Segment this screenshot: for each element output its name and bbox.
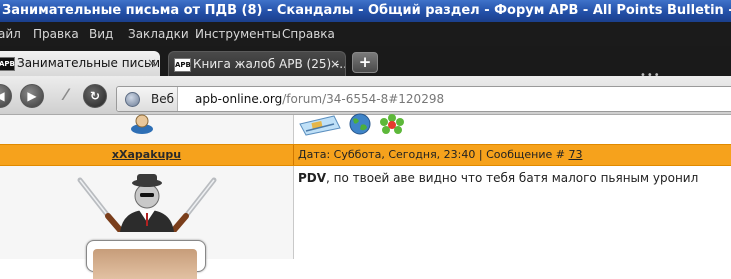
quoted-author: PDV bbox=[298, 171, 327, 185]
menu-help[interactable]: Справка bbox=[282, 22, 335, 46]
post-message: PDV, по твоей аве видно что тебя батя ма… bbox=[298, 170, 698, 186]
url-host: apb-online.org bbox=[195, 92, 283, 106]
tab-close-icon[interactable]: × bbox=[147, 51, 157, 75]
menu-edit[interactable]: Правка bbox=[33, 22, 79, 46]
forward-icon: ▶ bbox=[27, 89, 37, 103]
apb-logo-icon: APB bbox=[174, 58, 191, 72]
tab-close-icon[interactable]: × bbox=[330, 52, 340, 76]
wand-icon: ⁄ bbox=[64, 85, 68, 104]
message-number-link[interactable]: 73 bbox=[568, 148, 582, 161]
menu-bar: айл Правка Вид Закладки Инструменты Спра… bbox=[0, 22, 731, 46]
post-username[interactable]: xXapakupu bbox=[0, 145, 293, 165]
tab-label: Занимательные письма... bbox=[17, 56, 160, 70]
earth-icon[interactable] bbox=[347, 113, 373, 135]
post-meta: Дата: Суббота, Сегодня, 23:40 | Сообщени… bbox=[298, 145, 582, 165]
apb-logo-icon: APB bbox=[0, 57, 15, 71]
header-divider bbox=[293, 145, 294, 165]
reload-icon: ↻ bbox=[89, 89, 101, 103]
card-icon[interactable] bbox=[298, 114, 342, 136]
avatar-photo bbox=[93, 249, 197, 279]
globe-icon bbox=[125, 92, 140, 107]
tab-label: Книга жалоб APB (25) -... bbox=[193, 57, 346, 71]
search-engine-label: Веб bbox=[151, 92, 175, 106]
menu-bookmarks[interactable]: Закладки bbox=[128, 22, 189, 46]
avatar bbox=[86, 240, 206, 279]
post-header: xXapakupu Дата: Суббота, Сегодня, 23:40 … bbox=[0, 144, 731, 166]
tab-inactive[interactable]: APB Книга жалоб APB (25) -... × bbox=[168, 51, 346, 77]
message-text: , по твоей аве видно что тебя батя малог… bbox=[326, 171, 699, 185]
url-path: /forum/34-6554-8#120298 bbox=[282, 92, 445, 106]
knife-icon bbox=[171, 177, 217, 232]
wand-button[interactable]: ⁄ bbox=[54, 84, 78, 106]
back-button[interactable]: ◀ bbox=[0, 84, 12, 108]
menu-file[interactable]: айл bbox=[0, 22, 21, 46]
forward-button[interactable]: ▶ bbox=[20, 84, 44, 108]
new-tab-button[interactable]: + bbox=[352, 52, 378, 73]
gangster-avatar-icon bbox=[120, 174, 174, 232]
icq-icon[interactable] bbox=[377, 113, 407, 135]
menu-view[interactable]: Вид bbox=[89, 22, 113, 46]
post-date: Дата: Суббота, Сегодня, 23:40 | Сообщени… bbox=[298, 148, 569, 161]
back-icon: ◀ bbox=[0, 89, 5, 103]
address-field[interactable]: Веб apb-online.org/forum/34-6554-8#12029… bbox=[116, 86, 731, 112]
reload-button[interactable]: ↻ bbox=[83, 84, 107, 108]
user-status-icon bbox=[131, 114, 153, 134]
window-title: Занимательные письма от ПДВ (8) - Сканда… bbox=[2, 3, 731, 18]
url-text[interactable]: apb-online.org/forum/34-6554-8#120298 bbox=[195, 87, 444, 111]
column-divider bbox=[293, 115, 294, 259]
menu-tools[interactable]: Инструменты bbox=[195, 22, 281, 46]
tab-active[interactable]: APB Занимательные письма... × bbox=[0, 51, 160, 76]
knife-icon bbox=[77, 177, 123, 232]
window-title-bar: Занимательные письма от ПДВ (8) - Сканда… bbox=[0, 0, 731, 22]
rank-image bbox=[77, 174, 217, 232]
search-engine-selector[interactable]: Веб bbox=[117, 87, 178, 111]
